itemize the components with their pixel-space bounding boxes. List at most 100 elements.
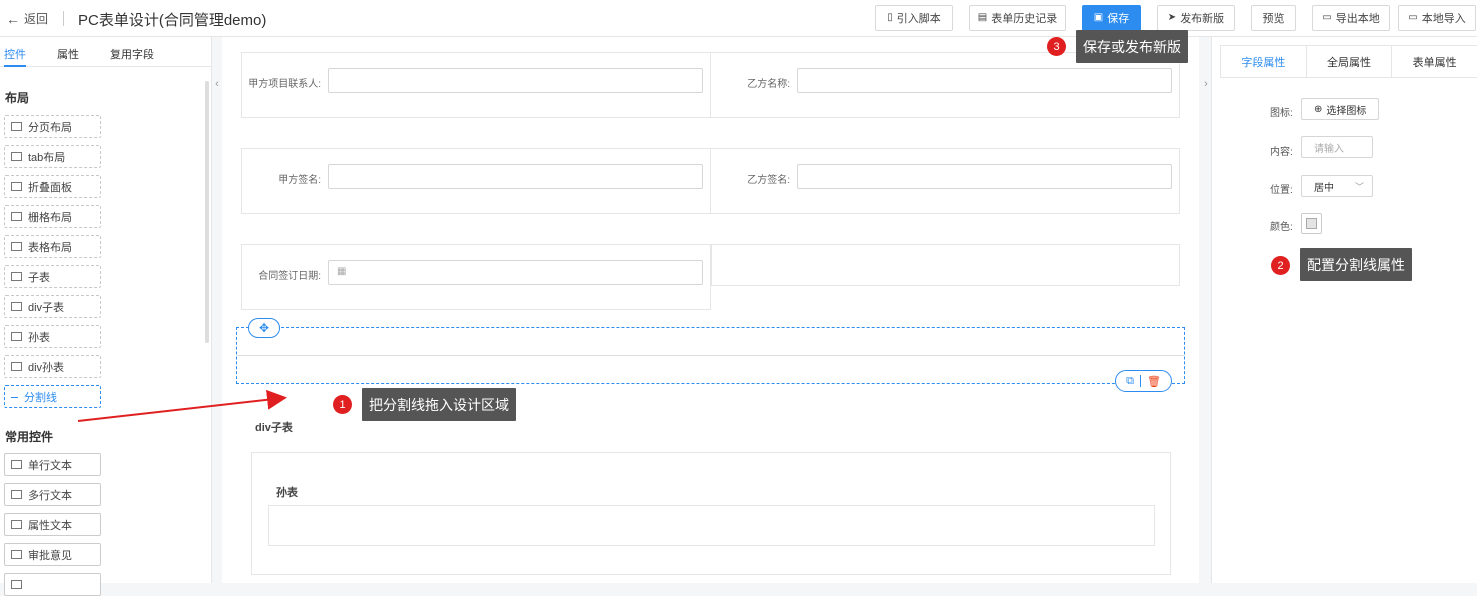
position-value: 居中: [1314, 182, 1334, 194]
icon-label: 图标:: [1270, 108, 1293, 119]
field-label: 合同签订日期:: [258, 271, 321, 282]
widget-grid-layout[interactable]: 栅格布局: [4, 205, 101, 228]
save-button[interactable]: ▣ 保存: [1082, 5, 1141, 31]
table-icon: [11, 272, 22, 281]
history-button[interactable]: ▤ 表单历史记录: [969, 5, 1066, 31]
widget-label: tab布局: [28, 151, 66, 164]
widget-table-layout[interactable]: 表格布局: [4, 235, 101, 258]
party-a-sign-input[interactable]: [328, 164, 703, 189]
import-script-button[interactable]: ▯ 引入脚本: [875, 5, 953, 31]
common-section-title: 常用控件: [5, 430, 54, 444]
table-icon: [11, 362, 22, 371]
widget-grandchild-table[interactable]: 孙表: [4, 325, 101, 348]
form-cell: 甲方项目联系人:: [242, 53, 711, 117]
import-local-button[interactable]: ▭ 本地导入: [1398, 5, 1476, 31]
widget-multi-line-text[interactable]: 多行文本: [4, 483, 101, 506]
content-label: 内容:: [1270, 147, 1293, 158]
tab-form-properties[interactable]: 表单属性: [1392, 46, 1477, 77]
preview-button[interactable]: 预览: [1251, 5, 1296, 31]
title-divider: [63, 11, 64, 26]
step-badge-1: 1: [333, 395, 352, 414]
widget-div-grandchild-table[interactable]: div孙表: [4, 355, 101, 378]
save-label: 保存: [1107, 13, 1130, 25]
divider-widget-selected[interactable]: [236, 327, 1185, 384]
form-row-2: 甲方签名: 乙方签名:: [241, 148, 1180, 214]
tab-icon: [11, 152, 22, 161]
tab-properties[interactable]: 属性: [57, 46, 79, 62]
widget-tab-layout[interactable]: tab布局: [4, 145, 101, 168]
widget-label: 属性文本: [28, 519, 72, 532]
widget-single-line-text[interactable]: 单行文本: [4, 453, 101, 476]
widget-label: 孙表: [28, 331, 50, 344]
tab-reuse-fields[interactable]: 复用字段: [110, 46, 154, 62]
widget-label: div孙表: [28, 361, 65, 374]
action-separator: [1139, 375, 1141, 387]
party-b-name-input[interactable]: [797, 68, 1172, 93]
back-button[interactable]: ← 返回: [6, 10, 48, 27]
export-local-button[interactable]: ▭ 导出本地: [1312, 5, 1390, 31]
step-badge-2: 2: [1271, 256, 1290, 275]
arrow-left-icon: ←: [6, 10, 20, 27]
page-title: PC表单设计(合同管理demo): [78, 12, 267, 29]
content-input[interactable]: 请输入: [1301, 136, 1373, 158]
move-handle-icon[interactable]: ✥: [248, 318, 280, 338]
divider-icon: [11, 396, 18, 398]
tooltip-save-publish: 保存或发布新版: [1076, 30, 1188, 63]
widget-collapse-panel[interactable]: 折叠面板: [4, 175, 101, 198]
party-b-sign-input[interactable]: [797, 164, 1172, 189]
widget-label: 审批意见: [28, 549, 72, 562]
form-cell: 甲方签名:: [242, 149, 711, 213]
tab-controls[interactable]: 控件: [4, 46, 26, 62]
field-label: 甲方项目联系人:: [248, 79, 321, 90]
widget-label: 子表: [28, 271, 50, 284]
tab-field-properties[interactable]: 字段属性: [1221, 46, 1307, 77]
choose-icon-button[interactable]: ⊕ 选择图标: [1301, 98, 1379, 120]
input-icon: [11, 460, 22, 469]
collapse-right-icon[interactable]: ›: [1201, 78, 1211, 98]
widget-div-subtable[interactable]: div子表: [4, 295, 101, 318]
grandchild-table-area[interactable]: [268, 505, 1155, 546]
position-select[interactable]: 居中 ﹀: [1301, 175, 1373, 197]
widget-approval-opinion[interactable]: 审批意见: [4, 543, 101, 566]
widget-panel-tabs: 控件 属性 复用字段: [0, 37, 211, 67]
widget-pagination-layout[interactable]: 分页布局: [4, 115, 101, 138]
color-picker[interactable]: [1301, 213, 1322, 234]
history-label: 表单历史记录: [991, 13, 1058, 25]
widget-partial-item[interactable]: [4, 573, 101, 596]
sign-date-picker[interactable]: ▦: [328, 260, 703, 285]
div-subtable-container[interactable]: 孙表: [251, 452, 1171, 575]
tab-global-properties[interactable]: 全局属性: [1307, 46, 1393, 77]
form-row-3: 合同签订日期: ▦: [241, 244, 711, 310]
widget-panel-scrollbar[interactable]: [205, 81, 209, 343]
div-subtable-title: div子表: [255, 422, 293, 434]
tooltip-drag-divider: 把分割线拖入设计区域: [362, 388, 516, 421]
table-layout-icon: [11, 242, 22, 251]
design-canvas[interactable]: 甲方项目联系人: 乙方名称: 甲方签名: 乙方签名: 合同签订日期: ▦ ✥ ⧉: [222, 37, 1199, 583]
divider-line: [237, 355, 1184, 356]
property-panel: 字段属性 全局属性 表单属性 图标: ⊕ 选择图标 内容: 请输入 位置: 居中…: [1211, 37, 1477, 583]
input-icon: [11, 520, 22, 529]
grandchild-table-title: 孙表: [276, 487, 298, 499]
back-label: 返回: [24, 12, 49, 26]
widget-label: 栅格布局: [28, 211, 72, 224]
collapse-icon: [11, 182, 22, 191]
table-icon: [11, 302, 22, 311]
widget-property-text[interactable]: 属性文本: [4, 513, 101, 536]
form-cell: 乙方签名:: [711, 149, 1181, 213]
number-icon: [11, 580, 22, 589]
import-script-label: 引入脚本: [896, 13, 941, 25]
collapse-left-icon[interactable]: ‹: [212, 78, 222, 98]
color-label: 颜色:: [1270, 222, 1293, 233]
color-swatch: [1306, 218, 1317, 229]
publish-button[interactable]: ➤ 发布新版: [1157, 5, 1235, 31]
widget-label: 折叠面板: [28, 181, 72, 194]
widget-divider[interactable]: 分割线: [4, 385, 101, 408]
party-a-contact-input[interactable]: [328, 68, 703, 93]
trash-icon[interactable]: 🗑: [1147, 375, 1161, 388]
chevron-down-icon: ﹀: [1354, 181, 1364, 192]
widget-label: 单行文本: [28, 459, 72, 472]
publish-label: 发布新版: [1180, 13, 1225, 25]
widget-subtable[interactable]: 子表: [4, 265, 101, 288]
form-row-3-empty-cell: [711, 244, 1180, 286]
copy-icon[interactable]: ⧉: [1126, 375, 1134, 388]
